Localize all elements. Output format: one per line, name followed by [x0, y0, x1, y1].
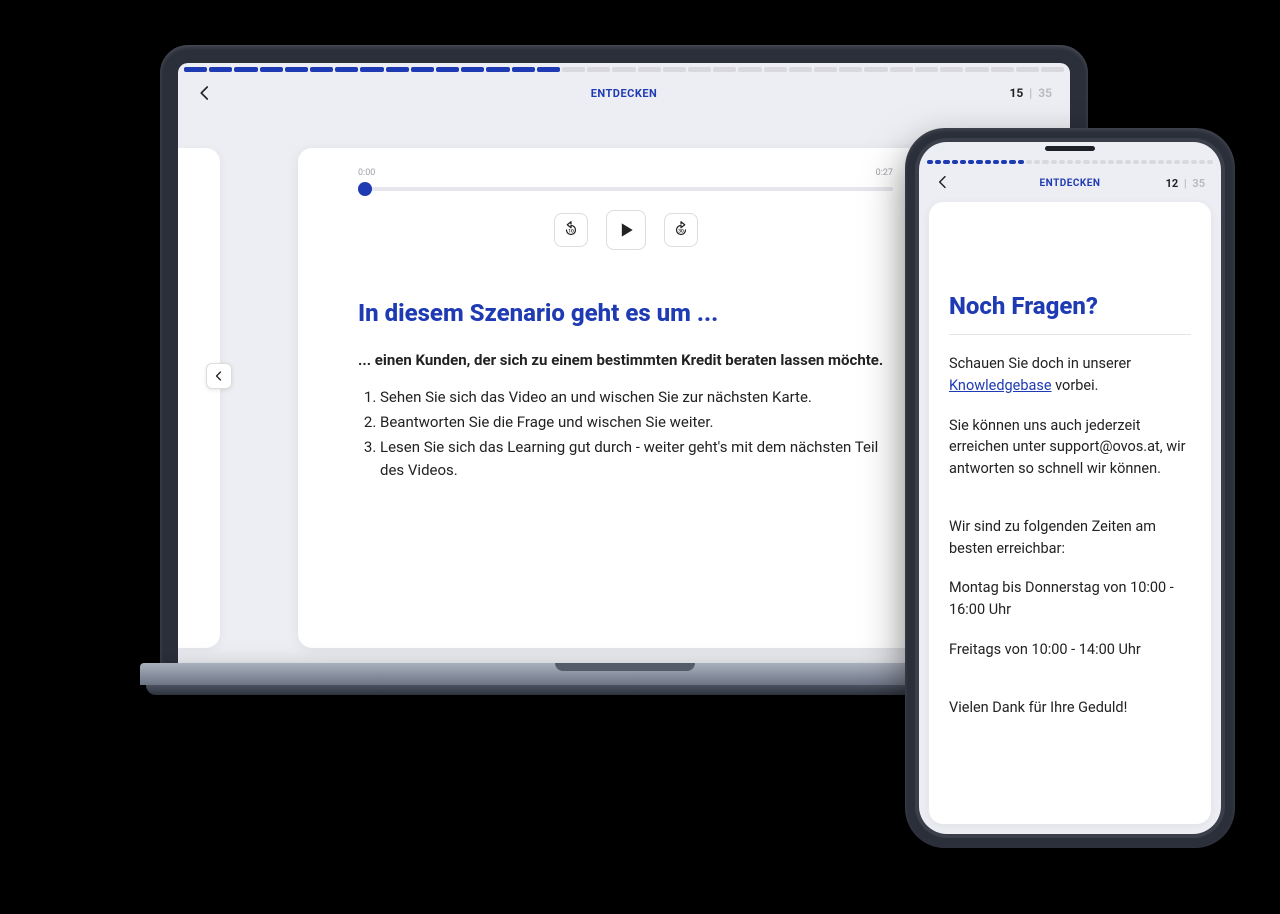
- phone-screen: ENTDECKEN 12 | 35 Noch Fragen? Schauen S…: [919, 142, 1221, 834]
- total-pages: 35: [1192, 177, 1205, 190]
- card-heading: In diesem Szenario geht es um ...: [358, 298, 893, 329]
- svg-text:30: 30: [678, 228, 684, 234]
- forward-button[interactable]: 30: [664, 213, 698, 247]
- step-list: Sehen Sie sich das Video an und wischen …: [358, 386, 893, 483]
- time-current: 0:00: [358, 168, 375, 178]
- svg-text:10: 10: [568, 228, 574, 234]
- page-title: ENTDECKEN: [591, 87, 658, 100]
- page-counter: 15 | 35: [1010, 86, 1052, 100]
- current-page: 12: [1166, 177, 1179, 190]
- p1-suffix: vorbei.: [1052, 377, 1099, 394]
- back-button[interactable]: [196, 84, 214, 102]
- slider-thumb[interactable]: [358, 182, 372, 196]
- list-item: Lesen Sie sich das Learning gut durch - …: [380, 436, 893, 483]
- rewind-icon: 10: [562, 221, 580, 239]
- time-total: 0:27: [876, 168, 893, 178]
- list-item: Sehen Sie sich das Video an und wischen …: [380, 386, 893, 409]
- phone-inner: ENTDECKEN 12 | 35 Noch Fragen? Schauen S…: [915, 138, 1225, 838]
- card-lead: ... einen Kunden, der sich zu einem best…: [358, 349, 893, 372]
- paragraph-4: Montag bis Donnerstag von 10:00 - 16:00 …: [949, 577, 1191, 621]
- topbar: ENTDECKEN 15 | 35: [178, 72, 1070, 112]
- rewind-button[interactable]: 10: [554, 213, 588, 247]
- back-button[interactable]: [935, 174, 953, 192]
- phone-speaker: [1045, 146, 1095, 151]
- forward-icon: 30: [672, 221, 690, 239]
- page-title: ENTDECKEN: [1040, 178, 1101, 189]
- progress-bar: [178, 63, 1070, 72]
- current-page: 15: [1010, 86, 1024, 100]
- previous-card-button[interactable]: [206, 363, 232, 389]
- paragraph-3: Wir sind zu folgenden Zeiten am besten e…: [949, 516, 1191, 560]
- audio-slider[interactable]: [358, 182, 893, 196]
- total-pages: 35: [1038, 86, 1052, 100]
- chevron-left-icon: [196, 84, 214, 102]
- paragraph-2: Sie können uns auch jederzeit erreichen …: [949, 415, 1191, 480]
- play-icon: [616, 220, 636, 240]
- phone-mockup: ENTDECKEN 12 | 35 Noch Fragen? Schauen S…: [905, 128, 1235, 848]
- content-card: 0:00 0:27 10: [298, 148, 953, 648]
- list-item: Beantworten Sie die Frage und wischen Si…: [380, 411, 893, 434]
- card-heading: Noch Fragen?: [949, 292, 1191, 320]
- chevron-left-icon: [213, 370, 225, 382]
- page-counter: 12 | 35: [1166, 177, 1205, 190]
- paragraph-1: Schauen Sie doch in unserer Knowledgebas…: [949, 353, 1191, 397]
- laptop-notch: [555, 663, 695, 671]
- slider-track: [358, 187, 893, 191]
- page-separator: |: [1184, 177, 1187, 190]
- previous-card-peek: [178, 148, 220, 648]
- play-button[interactable]: [606, 210, 646, 250]
- content-card: Noch Fragen? Schauen Sie doch in unserer…: [929, 202, 1211, 824]
- paragraph-6: Vielen Dank für Ihre Geduld!: [949, 697, 1191, 719]
- topbar: ENTDECKEN 12 | 35: [919, 164, 1221, 200]
- player-times: 0:00 0:27: [358, 168, 893, 178]
- paragraph-5: Freitags von 10:00 - 14:00 Uhr: [949, 639, 1191, 661]
- p1-prefix: Schauen Sie doch in unserer: [949, 355, 1131, 372]
- divider: [949, 334, 1191, 335]
- chevron-left-icon: [935, 174, 951, 190]
- player-controls: 10 30: [358, 210, 893, 250]
- knowledgebase-link[interactable]: Knowledgebase: [949, 377, 1052, 394]
- page-separator: |: [1029, 86, 1032, 100]
